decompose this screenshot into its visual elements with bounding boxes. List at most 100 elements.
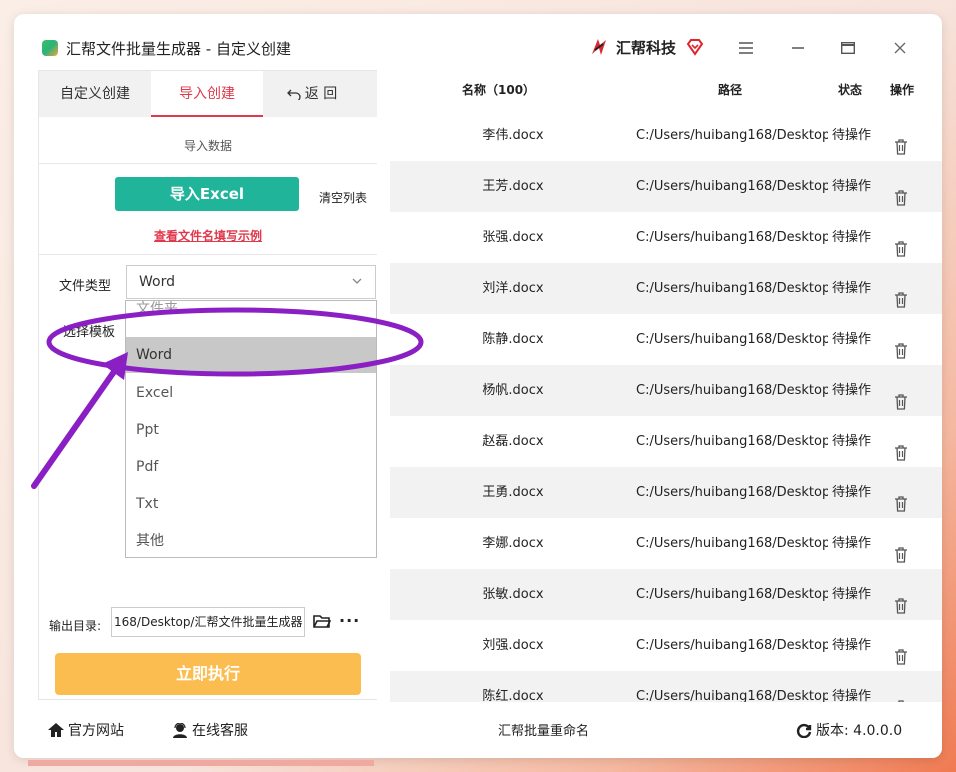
status-cell: 待操作 bbox=[832, 485, 872, 500]
delete-icon[interactable] bbox=[894, 330, 908, 359]
section-label: 导入数据 bbox=[183, 139, 232, 153]
table-row[interactable]: 李娜.docx C:/Users/huibang168/Desktop/待操作 bbox=[390, 518, 942, 569]
status-cell: 待操作 bbox=[832, 536, 872, 551]
left-panel: 自定义创建 导入创建 返 回 导入数据 导入Excel 清空列表 查看文件名填写… bbox=[38, 70, 377, 700]
delete-icon[interactable] bbox=[894, 126, 908, 155]
official-website-label: 官方网站 bbox=[68, 723, 124, 739]
file-name-cell: 王芳.docx bbox=[482, 179, 544, 194]
back-button[interactable]: 返 回 bbox=[267, 71, 357, 117]
status-cell: 待操作 bbox=[832, 587, 872, 602]
tab-custom-create[interactable]: 自定义创建 bbox=[39, 71, 151, 117]
dropdown-option-selected[interactable]: Word bbox=[126, 337, 376, 373]
file-path-cell: C:/Users/huibang168/Desktop/ bbox=[636, 383, 828, 398]
status-cell: 待操作 bbox=[832, 230, 872, 245]
file-path-cell: C:/Users/huibang168/Desktop/ bbox=[636, 434, 828, 449]
delete-icon[interactable] bbox=[894, 228, 908, 257]
table-row[interactable]: 张敏.docx C:/Users/huibang168/Desktop/待操作 bbox=[390, 569, 942, 620]
column-header-path: 路径 bbox=[718, 83, 743, 97]
dropdown-option[interactable]: Pdf bbox=[126, 449, 376, 485]
file-type-select[interactable]: Word bbox=[126, 265, 376, 299]
table-row[interactable]: 杨帆.docx C:/Users/huibang168/Desktop/待操作 bbox=[390, 365, 942, 416]
official-website-link[interactable]: 官方网站 bbox=[48, 720, 124, 740]
footer: 官方网站 在线客服 汇帮批量重命名 版本: 4.0.0.0 bbox=[14, 702, 942, 758]
file-path-cell: C:/Users/huibang168/Desktop/ bbox=[636, 638, 828, 653]
version-label: 版本: 4.0.0.0 bbox=[816, 723, 903, 739]
template-label: 选择模板 bbox=[63, 325, 116, 340]
app-window: 汇帮文件批量生成器 - 自定义创建 汇帮科技 自定义创建 导入创建 返 回 导入… bbox=[14, 14, 942, 758]
file-table: 名称（100） 路径 状态 操作 李伟.docx C:/Users/huibang… bbox=[390, 70, 942, 722]
example-link[interactable]: 查看文件名填写示例 bbox=[39, 227, 377, 244]
tab-import-create[interactable]: 导入创建 bbox=[151, 71, 263, 117]
file-name-cell: 杨帆.docx bbox=[482, 383, 544, 398]
file-name-cell: 王勇.docx bbox=[482, 485, 544, 500]
vip-diamond-icon[interactable] bbox=[686, 38, 704, 56]
run-now-button[interactable]: 立即执行 bbox=[55, 653, 361, 695]
file-type-value: Word bbox=[139, 274, 175, 290]
table-row[interactable]: 刘强.docx C:/Users/huibang168/Desktop/待操作 bbox=[390, 620, 942, 671]
table-row[interactable]: 赵磊.docx C:/Users/huibang168/Desktop/待操作 bbox=[390, 416, 942, 467]
file-name-cell: 张强.docx bbox=[482, 230, 544, 245]
status-cell: 待操作 bbox=[832, 638, 872, 653]
folder-open-icon[interactable] bbox=[313, 613, 331, 629]
import-excel-button[interactable]: 导入Excel bbox=[115, 177, 299, 211]
minimize-icon[interactable] bbox=[786, 36, 810, 60]
table-row[interactable]: 王勇.docx C:/Users/huibang168/Desktop/待操作 bbox=[390, 467, 942, 518]
file-path-cell: C:/Users/huibang168/Desktop/ bbox=[636, 536, 828, 551]
output-dir-input[interactable]: 168/Desktop/汇帮文件批量生成器 bbox=[111, 607, 305, 637]
column-header-status: 状态 bbox=[838, 83, 863, 97]
status-cell: 待操作 bbox=[832, 434, 872, 449]
table-row[interactable]: 刘洋.docx C:/Users/huibang168/Desktop/待操作 bbox=[390, 263, 942, 314]
delete-icon[interactable] bbox=[894, 381, 908, 410]
batch-rename-link[interactable]: 汇帮批量重命名 bbox=[498, 720, 589, 739]
menu-icon[interactable] bbox=[734, 36, 758, 60]
dropdown-option[interactable]: Ppt bbox=[126, 412, 376, 448]
dropdown-option[interactable]: Txt bbox=[126, 486, 376, 522]
divider bbox=[39, 254, 377, 255]
status-cell: 待操作 bbox=[832, 128, 872, 143]
table-row[interactable]: 李伟.docx C:/Users/huibang168/Desktop/待操作 bbox=[390, 110, 942, 161]
delete-icon[interactable] bbox=[894, 687, 908, 716]
status-cell: 待操作 bbox=[832, 383, 872, 398]
brand: 汇帮科技 bbox=[588, 36, 704, 58]
status-cell: 待操作 bbox=[832, 332, 872, 347]
delete-icon[interactable] bbox=[894, 279, 908, 308]
home-icon bbox=[48, 723, 64, 737]
dropdown-option[interactable]: 文件夹 bbox=[126, 301, 376, 323]
file-path-cell: C:/Users/huibang168/Desktop/ bbox=[636, 332, 828, 347]
delete-icon[interactable] bbox=[894, 636, 908, 665]
online-service-label: 在线客服 bbox=[192, 723, 248, 739]
column-header-action: 操作 bbox=[890, 83, 915, 97]
table-row[interactable]: 王芳.docx C:/Users/huibang168/Desktop/待操作 bbox=[390, 161, 942, 212]
brand-logo-icon bbox=[592, 39, 606, 55]
file-type-dropdown: 文件夹 Word Excel Ppt Pdf Txt 其他 bbox=[125, 300, 377, 558]
file-path-cell: C:/Users/huibang168/Desktop/ bbox=[636, 281, 828, 296]
file-path-cell: C:/Users/huibang168/Desktop/ bbox=[636, 485, 828, 500]
online-service-link[interactable]: 在线客服 bbox=[172, 720, 248, 740]
dropdown-option[interactable]: Excel bbox=[126, 375, 376, 411]
status-cell: 待操作 bbox=[832, 179, 872, 194]
delete-icon[interactable] bbox=[894, 534, 908, 563]
delete-icon[interactable] bbox=[894, 483, 908, 512]
file-path-cell: C:/Users/huibang168/Desktop/ bbox=[636, 587, 828, 602]
back-label: 返 回 bbox=[304, 86, 338, 102]
delete-icon[interactable] bbox=[894, 585, 908, 614]
more-options-icon[interactable]: ··· bbox=[339, 611, 360, 630]
table-row[interactable]: 张强.docx C:/Users/huibang168/Desktop/待操作 bbox=[390, 212, 942, 263]
customer-service-icon bbox=[173, 722, 187, 738]
delete-icon[interactable] bbox=[894, 432, 908, 461]
column-header-name: 名称（100） bbox=[462, 83, 536, 97]
output-dir-label: 输出目录: bbox=[49, 619, 102, 633]
close-icon[interactable] bbox=[888, 36, 912, 60]
status-cell: 待操作 bbox=[832, 281, 872, 296]
table-row[interactable]: 陈静.docx C:/Users/huibang168/Desktop/待操作 bbox=[390, 314, 942, 365]
file-name-cell: 李娜.docx bbox=[482, 536, 544, 551]
file-path-cell: C:/Users/huibang168/Desktop/ bbox=[636, 128, 828, 143]
mode-tabs: 自定义创建 导入创建 返 回 bbox=[39, 71, 377, 117]
background-strip bbox=[28, 760, 374, 766]
file-name-cell: 刘洋.docx bbox=[482, 281, 544, 296]
dropdown-option[interactable]: 其他 bbox=[126, 523, 376, 559]
file-name-cell: 刘强.docx bbox=[482, 638, 544, 653]
delete-icon[interactable] bbox=[894, 177, 908, 206]
clear-list-button[interactable]: 清空列表 bbox=[319, 189, 367, 206]
maximize-icon[interactable] bbox=[836, 36, 860, 60]
